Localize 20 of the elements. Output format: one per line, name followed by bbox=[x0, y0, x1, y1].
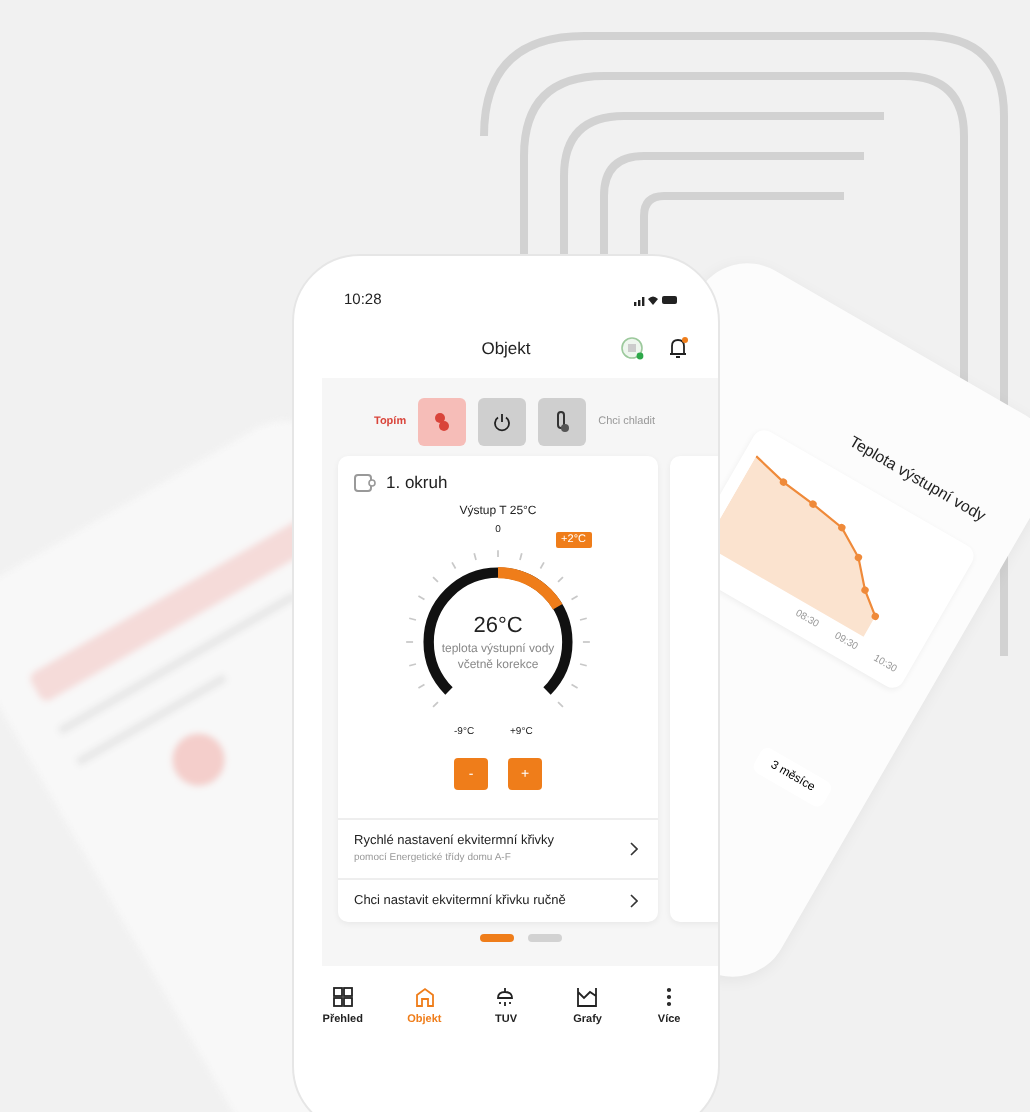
status-icons bbox=[634, 293, 678, 305]
shower-icon bbox=[494, 985, 517, 1007]
power-button[interactable] bbox=[478, 398, 527, 446]
chart-icon bbox=[576, 985, 599, 1007]
thermometer-icon bbox=[552, 410, 573, 434]
home-icon bbox=[413, 985, 436, 1007]
heating-mode-button[interactable] bbox=[418, 398, 467, 446]
temperature-value: 26°C bbox=[473, 614, 523, 638]
page-indicator[interactable] bbox=[479, 934, 513, 941]
circuit-title: 1. okruh bbox=[386, 472, 448, 492]
screen-title: Objekt bbox=[481, 338, 531, 358]
chevron-right-icon bbox=[630, 894, 638, 908]
bell-icon[interactable] bbox=[666, 336, 690, 360]
profile-status-icon[interactable] bbox=[620, 336, 644, 360]
grid-icon bbox=[331, 985, 354, 1007]
power-icon bbox=[492, 412, 513, 432]
radiator-icon bbox=[432, 410, 453, 434]
chevron-right-icon bbox=[630, 842, 638, 856]
circuit-icon bbox=[354, 473, 376, 491]
cooling-mode-button[interactable] bbox=[538, 398, 587, 446]
